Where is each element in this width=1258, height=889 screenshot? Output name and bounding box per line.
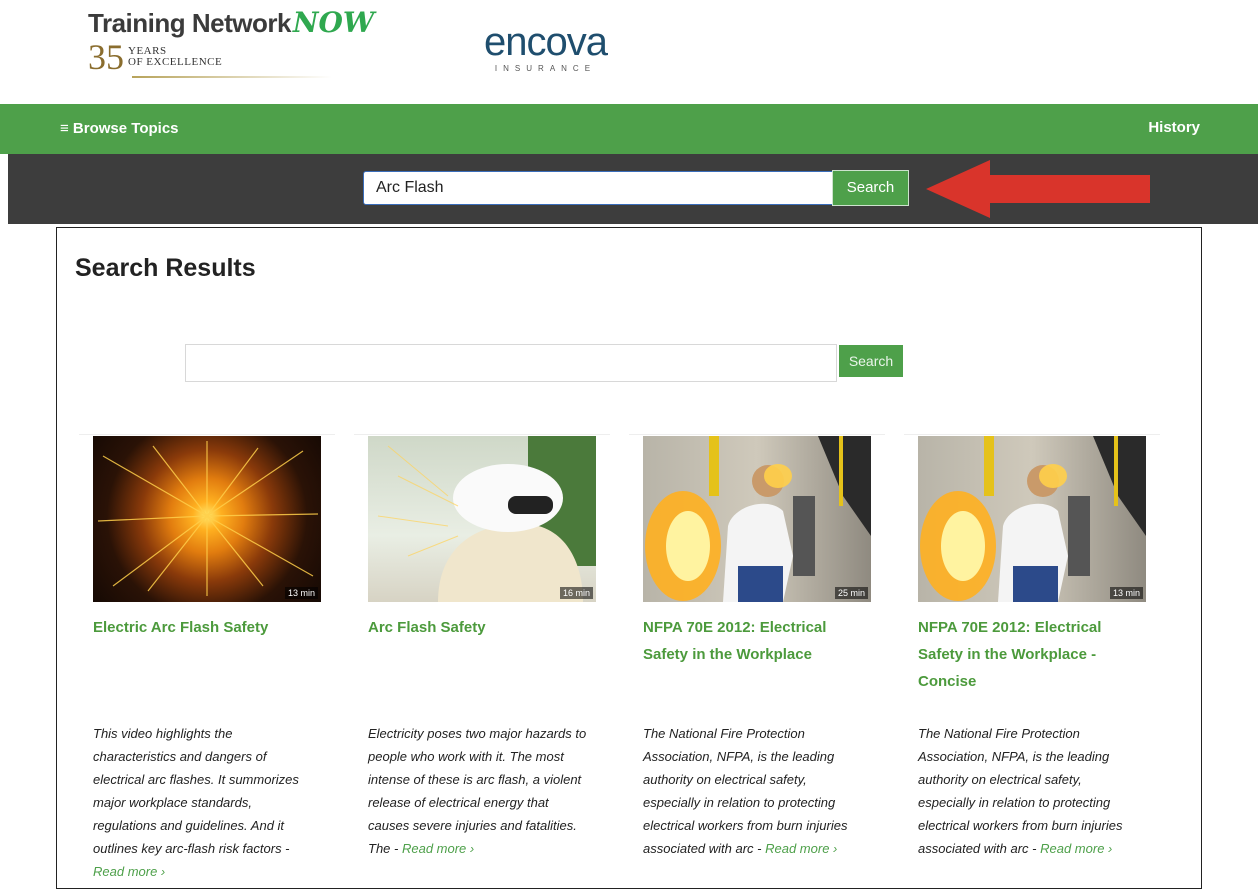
read-more-link[interactable]: Read more ›	[1040, 841, 1112, 856]
top-nav-bar: ≡ Browse Topics History	[0, 104, 1258, 154]
results-search-button[interactable]: Search	[839, 345, 903, 377]
page-title: Search Results	[75, 254, 256, 282]
logo-divider	[132, 76, 332, 78]
top-search-input[interactable]: Arc Flash	[363, 171, 837, 205]
result-description: Electricity poses two major hazards to p…	[368, 726, 587, 856]
search-results-panel: Search Results Search 13 min Electric Ar…	[56, 227, 1202, 889]
result-description: The National Fire Protection Association…	[918, 726, 1123, 856]
years-badge: 35 YEARS OF EXCELLENCE	[88, 37, 374, 77]
read-more-link[interactable]: Read more ›	[93, 864, 165, 879]
partner-sub: INSURANCE	[494, 64, 597, 73]
arc-flash-worker-icon	[920, 436, 1146, 602]
video-thumbnail[interactable]: 25 min	[643, 436, 871, 602]
years-line2: OF EXCELLENCE	[128, 56, 223, 68]
read-more-link[interactable]: Read more ›	[765, 841, 837, 856]
brand-title: Training Network	[88, 8, 291, 38]
result-card[interactable]: 13 min Electric Arc Flash Safety This vi…	[79, 434, 335, 879]
results-search-input[interactable]	[185, 344, 837, 382]
result-description: The National Fire Protection Association…	[643, 726, 848, 856]
result-card[interactable]: 16 min Arc Flash Safety Electricity pose…	[354, 434, 610, 856]
duration-badge: 25 min	[834, 587, 868, 599]
duration-badge: 13 min	[1109, 587, 1143, 599]
partner-name: encova	[484, 20, 608, 64]
browse-topics-button[interactable]: ≡ Browse Topics	[60, 120, 179, 137]
logo-header: Training NetworkNOW 35 YEARS OF EXCELLEN…	[0, 0, 1258, 104]
read-more-link[interactable]: Read more ›	[402, 841, 474, 856]
result-title[interactable]: Electric Arc Flash Safety	[93, 614, 321, 641]
top-search-button[interactable]: Search	[832, 170, 909, 206]
sparks-icon	[97, 441, 319, 596]
years-number: 35	[88, 37, 124, 77]
result-title[interactable]: NFPA 70E 2012: Electrical Safety in the …	[643, 614, 871, 668]
video-thumbnail[interactable]: 16 min	[368, 436, 596, 602]
result-card[interactable]: 25 min NFPA 70E 2012: Electrical Safety …	[629, 434, 885, 856]
red-arrow-icon	[926, 160, 1150, 218]
encova-logo: encova INSURANCE	[484, 20, 608, 73]
result-title[interactable]: NFPA 70E 2012: Electrical Safety in the …	[918, 614, 1146, 695]
result-description: This video highlights the characteristic…	[93, 726, 299, 879]
video-thumbnail[interactable]: 13 min	[93, 436, 321, 602]
brand-now: NOW	[292, 6, 375, 39]
video-thumbnail[interactable]: 13 min	[918, 436, 1146, 602]
result-title[interactable]: Arc Flash Safety	[368, 614, 596, 641]
search-bar: Arc Flash Search	[8, 154, 1258, 224]
worker-hardhat-icon	[377, 436, 596, 602]
arc-flash-worker-icon	[645, 436, 871, 602]
duration-badge: 16 min	[559, 587, 593, 599]
duration-badge: 13 min	[284, 587, 318, 599]
training-network-logo[interactable]: Training NetworkNOW 35 YEARS OF EXCELLEN…	[88, 6, 375, 77]
result-card[interactable]: 13 min NFPA 70E 2012: Electrical Safety …	[904, 434, 1160, 856]
history-link[interactable]: History	[1148, 119, 1200, 136]
